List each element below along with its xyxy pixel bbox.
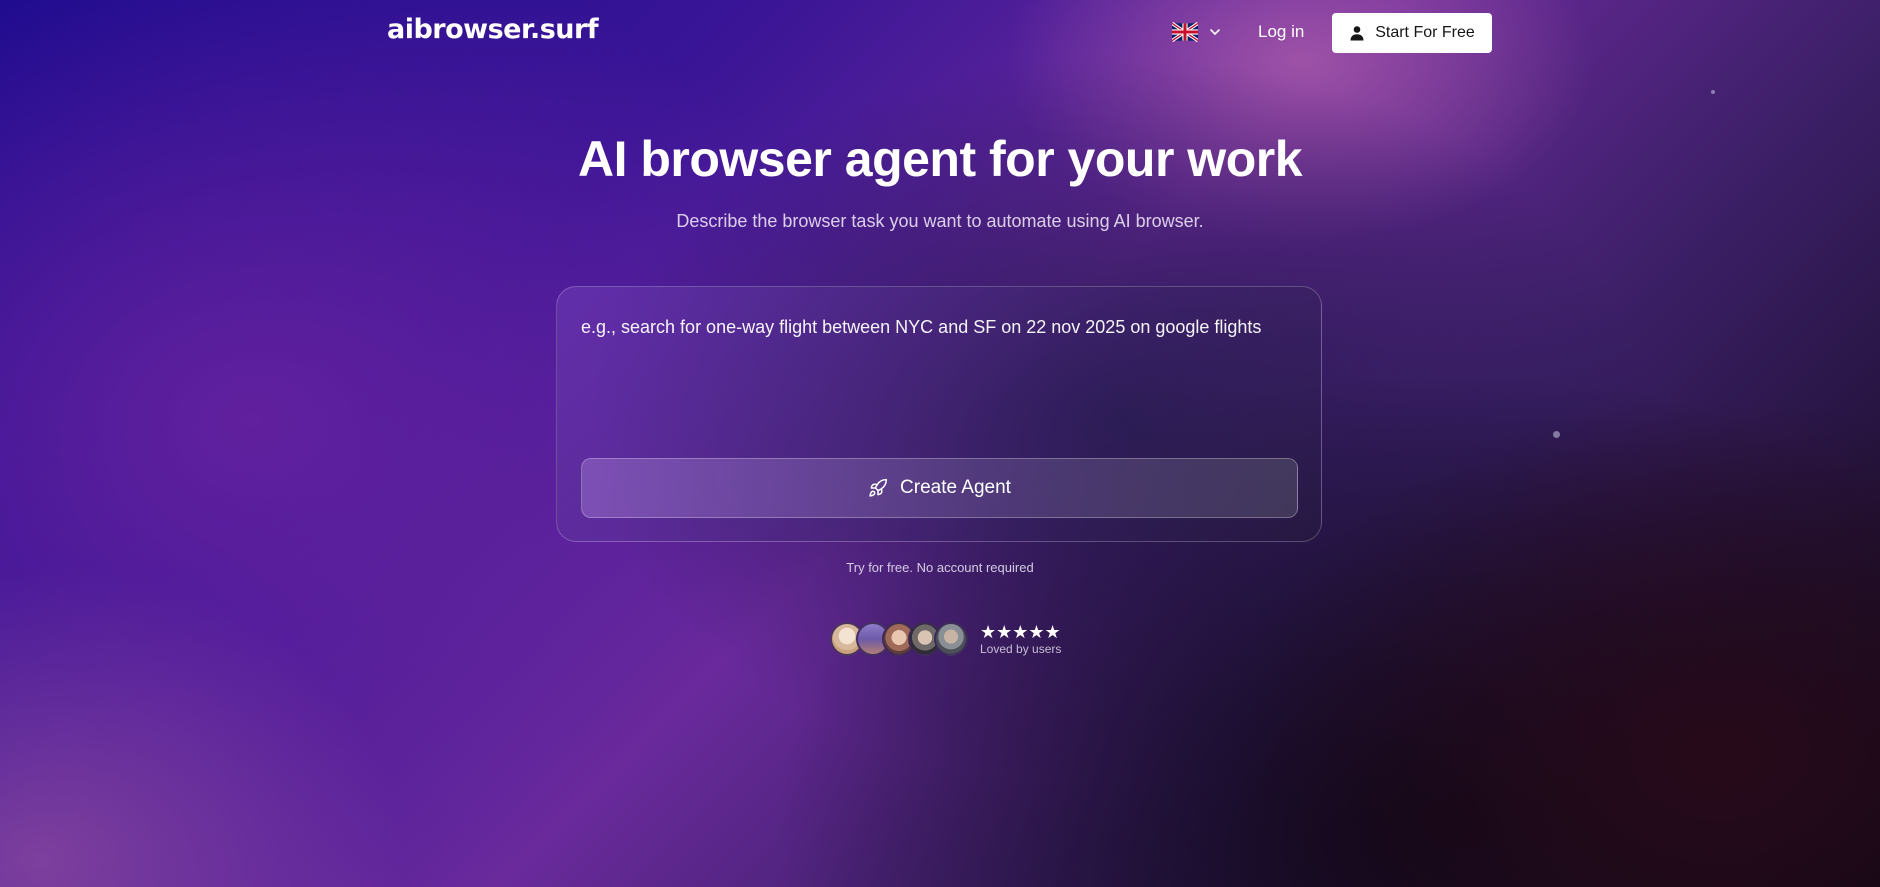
site-logo[interactable]: aibrowser.surf bbox=[387, 14, 599, 45]
create-agent-label: Create Agent bbox=[900, 477, 1011, 498]
try-free-note: Try for free. No account required bbox=[846, 560, 1034, 575]
rating-caption: Loved by users bbox=[980, 641, 1062, 656]
uk-flag-icon bbox=[1172, 22, 1198, 42]
avatar bbox=[934, 622, 968, 656]
language-selector[interactable] bbox=[1172, 22, 1222, 42]
page-subtitle: Describe the browser task you want to au… bbox=[676, 211, 1204, 231]
login-link[interactable]: Log in bbox=[1258, 22, 1304, 42]
create-agent-button[interactable]: Create Agent bbox=[581, 458, 1298, 518]
start-for-free-label: Start For Free bbox=[1375, 24, 1475, 41]
rocket-icon bbox=[869, 478, 888, 497]
page-title: AI browser agent for your work bbox=[577, 131, 1303, 187]
user-avatars bbox=[830, 622, 968, 656]
chevron-down-icon bbox=[1210, 29, 1220, 35]
background-sparkle bbox=[1711, 90, 1715, 94]
star-rating: ★★★★★ bbox=[980, 621, 1061, 642]
agent-prompt-card: Create Agent bbox=[556, 286, 1322, 542]
background-sparkle bbox=[1553, 431, 1560, 438]
social-proof: ★★★★★ Loved by users bbox=[830, 622, 1061, 656]
task-prompt-input[interactable] bbox=[581, 313, 1291, 433]
rating: ★★★★★ Loved by users bbox=[980, 623, 1061, 656]
start-for-free-button[interactable]: Start For Free bbox=[1332, 13, 1492, 53]
user-icon bbox=[1350, 26, 1364, 41]
